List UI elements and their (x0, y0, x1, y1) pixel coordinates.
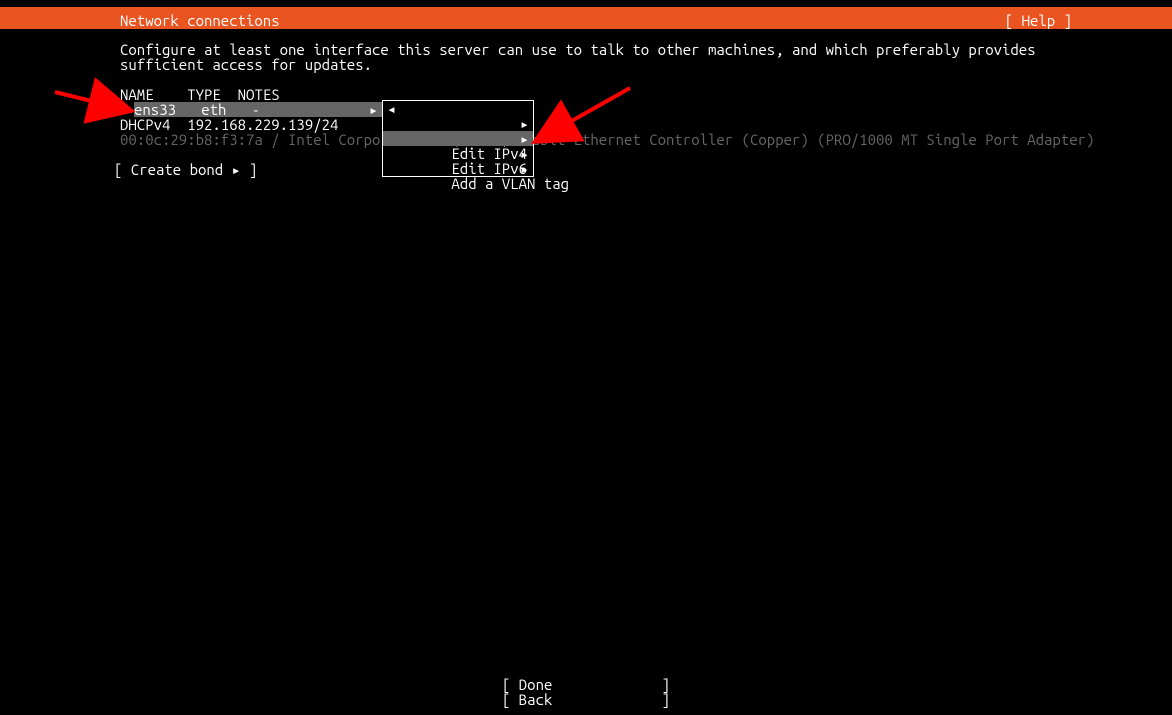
help-button[interactable]: [ Help ] (1005, 10, 1072, 32)
screen-title: Network connections (120, 10, 280, 32)
right-arrow-icon: ▸ (520, 161, 529, 176)
interface-row-selected[interactable]: ens33 eth - ▸ (134, 102, 382, 117)
interface-context-menu: ◂ (close) Info ▸ Edit IPv4 ▸ Edit IPv6 ▸… (382, 100, 534, 177)
menu-add-vlan[interactable]: Add a VLAN tag ▸ (383, 161, 533, 176)
right-arrow-icon: ▸ (520, 131, 529, 146)
menu-edit-ipv6[interactable]: Edit IPv6 ▸ (383, 146, 533, 161)
submenu-arrow-icon: ▸ (369, 102, 378, 117)
left-arrow-icon: ◂ (387, 101, 396, 116)
right-arrow-icon: ▸ (520, 146, 529, 161)
arrow-annotation-icon (55, 92, 128, 110)
menu-close[interactable]: ◂ (close) (383, 101, 533, 116)
hardware-info: 00:0c:29:b8:f3:7a / Intel Corporation 82… (120, 132, 1112, 147)
create-bond-button[interactable]: [ Create bond ▸ ] (114, 162, 1112, 177)
column-headers: NAME TYPE NOTES (120, 87, 1112, 102)
right-arrow-icon: ▸ (520, 116, 529, 131)
done-button[interactable]: [ Done ] (0, 677, 1172, 692)
back-button[interactable]: [ Back ] (0, 692, 1172, 707)
instructions-text: Configure at least one interface this se… (120, 42, 1112, 72)
menu-edit-ipv4[interactable]: Edit IPv4 ▸ (383, 131, 533, 146)
dhcp-row: DHCPv4 192.168.229.139/24 (120, 117, 1112, 132)
title-bar: Network connections [ Help ] (0, 7, 1172, 29)
footer-buttons: [ Done ] [ Back ] (0, 677, 1172, 707)
menu-info[interactable]: Info ▸ (383, 116, 533, 131)
